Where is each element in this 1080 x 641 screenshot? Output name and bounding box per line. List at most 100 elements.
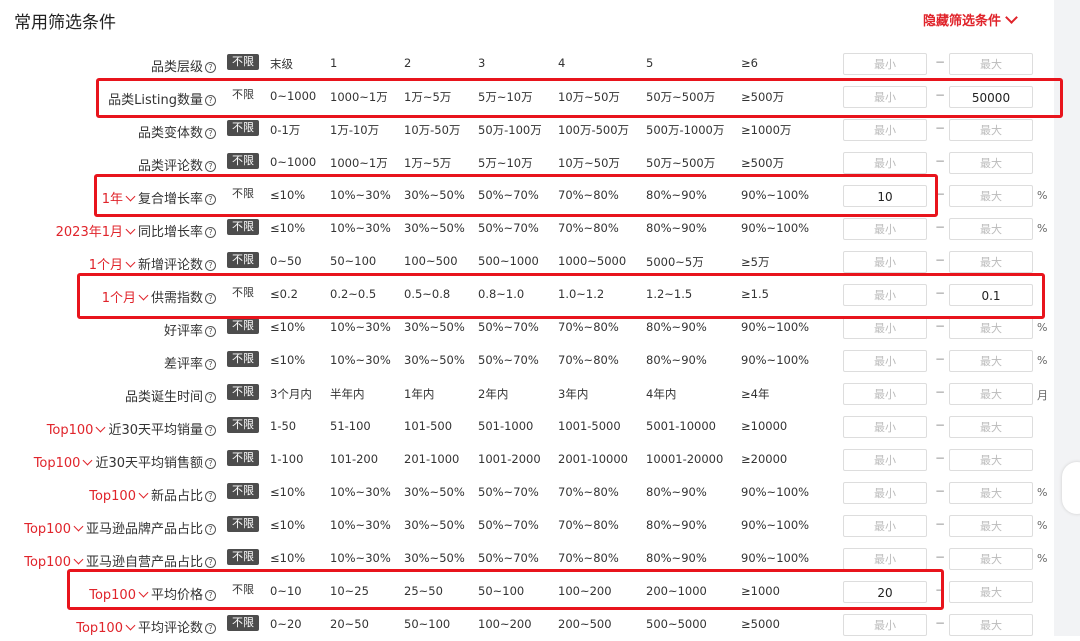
- range-option[interactable]: 10001-20000: [646, 452, 723, 466]
- period-selector[interactable]: Top100: [76, 620, 138, 636]
- help-icon[interactable]: ?: [205, 458, 216, 469]
- range-option[interactable]: 80%~90%: [646, 485, 707, 499]
- max-input[interactable]: 最大: [949, 152, 1033, 174]
- help-icon[interactable]: ?: [205, 128, 216, 139]
- min-input[interactable]: 最小: [843, 119, 927, 141]
- range-option[interactable]: 1-50: [270, 419, 296, 433]
- range-option[interactable]: 80%~90%: [646, 320, 707, 334]
- range-option[interactable]: ≤10%: [270, 551, 305, 565]
- help-icon[interactable]: ?: [205, 623, 216, 634]
- period-selector[interactable]: Top100: [24, 521, 86, 537]
- help-icon[interactable]: ?: [205, 524, 216, 535]
- range-option[interactable]: ≥6: [741, 56, 758, 70]
- range-option[interactable]: ≤10%: [270, 485, 305, 499]
- range-option[interactable]: ≥1000万: [741, 122, 791, 138]
- no-limit-option[interactable]: 不限: [227, 417, 259, 433]
- min-input[interactable]: 最小: [843, 251, 927, 273]
- max-input[interactable]: 最大: [949, 119, 1033, 141]
- max-input[interactable]: 最大: [949, 449, 1033, 471]
- max-input[interactable]: 最大: [949, 383, 1033, 405]
- range-option[interactable]: 0~50: [270, 254, 302, 268]
- range-option[interactable]: 90%~100%: [741, 221, 809, 235]
- range-option[interactable]: 10%~30%: [330, 320, 391, 334]
- range-option[interactable]: 3: [478, 56, 485, 70]
- period-selector[interactable]: Top100: [47, 422, 109, 438]
- no-limit-option[interactable]: 不限: [227, 384, 259, 400]
- min-input[interactable]: 最小: [843, 218, 927, 240]
- range-option[interactable]: 1000~5000: [558, 254, 626, 268]
- min-input[interactable]: 最小: [843, 383, 927, 405]
- no-limit-option[interactable]: 不限: [227, 483, 259, 499]
- range-option[interactable]: 500~5000: [646, 617, 707, 631]
- range-option[interactable]: 10%~30%: [330, 221, 391, 235]
- range-option[interactable]: 2年内: [478, 386, 508, 402]
- range-option[interactable]: 90%~100%: [741, 353, 809, 367]
- max-input[interactable]: 最大: [949, 218, 1033, 240]
- range-option[interactable]: 50%~70%: [478, 485, 539, 499]
- range-option[interactable]: ≥500万: [741, 155, 784, 171]
- max-input[interactable]: 最大: [949, 416, 1033, 438]
- max-input[interactable]: 最大: [949, 614, 1033, 636]
- range-option[interactable]: 101-200: [330, 452, 378, 466]
- max-input[interactable]: 最大: [949, 53, 1033, 75]
- range-option[interactable]: 0~1000: [270, 155, 316, 169]
- range-option[interactable]: 1001-5000: [558, 419, 621, 433]
- range-option[interactable]: 10%~30%: [330, 518, 391, 532]
- range-option[interactable]: ≥5万: [741, 254, 769, 270]
- help-icon[interactable]: ?: [205, 392, 216, 403]
- range-option[interactable]: ≤10%: [270, 353, 305, 367]
- no-limit-option[interactable]: 不限: [227, 153, 259, 169]
- range-option[interactable]: 90%~100%: [741, 551, 809, 565]
- max-input[interactable]: 最大: [949, 581, 1033, 603]
- help-icon[interactable]: ?: [205, 161, 216, 172]
- no-limit-option[interactable]: 不限: [227, 120, 259, 136]
- range-option[interactable]: 1-100: [270, 452, 303, 466]
- min-input[interactable]: 最小: [843, 449, 927, 471]
- float-handle[interactable]: [1062, 462, 1080, 514]
- help-icon[interactable]: ?: [205, 425, 216, 436]
- no-limit-option[interactable]: 不限: [227, 450, 259, 466]
- no-limit-option[interactable]: 不限: [227, 549, 259, 565]
- range-option[interactable]: 5000~5万: [646, 254, 704, 270]
- range-option[interactable]: 80%~90%: [646, 221, 707, 235]
- range-option[interactable]: 500~1000: [478, 254, 539, 268]
- min-input[interactable]: 最小: [843, 152, 927, 174]
- range-option[interactable]: 70%~80%: [558, 551, 619, 565]
- range-option[interactable]: 1001-2000: [478, 452, 541, 466]
- period-selector[interactable]: Top100: [89, 488, 151, 504]
- range-option[interactable]: 0~20: [270, 617, 302, 631]
- range-option[interactable]: 51-100: [330, 419, 371, 433]
- range-option[interactable]: 100~500: [404, 254, 458, 268]
- range-option[interactable]: 半年内: [330, 386, 365, 402]
- max-input[interactable]: 最大: [949, 251, 1033, 273]
- range-option[interactable]: 10%~30%: [330, 485, 391, 499]
- range-option[interactable]: 1年内: [404, 386, 434, 402]
- range-option[interactable]: 30%~50%: [404, 320, 465, 334]
- help-icon[interactable]: ?: [205, 227, 216, 238]
- no-limit-option[interactable]: 不限: [227, 219, 259, 235]
- range-option[interactable]: 101-500: [404, 419, 452, 433]
- help-icon[interactable]: ?: [205, 359, 216, 370]
- range-option[interactable]: 50%~70%: [478, 551, 539, 565]
- range-option[interactable]: 5001-10000: [646, 419, 716, 433]
- range-option[interactable]: 5万~10万: [478, 155, 533, 171]
- range-option[interactable]: 50~100: [404, 617, 450, 631]
- range-option[interactable]: 90%~100%: [741, 320, 809, 334]
- max-input[interactable]: 最大: [949, 350, 1033, 372]
- range-option[interactable]: 1000~1万: [330, 155, 388, 171]
- no-limit-option[interactable]: 不限: [227, 54, 259, 70]
- range-option[interactable]: 50%~70%: [478, 221, 539, 235]
- range-option[interactable]: 70%~80%: [558, 353, 619, 367]
- range-option[interactable]: 50万-100万: [478, 122, 542, 138]
- help-icon[interactable]: ?: [205, 557, 216, 568]
- range-option[interactable]: 90%~100%: [741, 485, 809, 499]
- range-option[interactable]: ≤10%: [270, 221, 305, 235]
- max-input[interactable]: 最大: [949, 317, 1033, 339]
- range-option[interactable]: 30%~50%: [404, 551, 465, 565]
- range-option[interactable]: 2: [404, 56, 411, 70]
- min-input[interactable]: 最小: [843, 482, 927, 504]
- range-option[interactable]: 80%~90%: [646, 353, 707, 367]
- range-option[interactable]: 200~500: [558, 617, 612, 631]
- range-option[interactable]: ≥20000: [741, 452, 787, 466]
- min-input[interactable]: 最小: [843, 515, 927, 537]
